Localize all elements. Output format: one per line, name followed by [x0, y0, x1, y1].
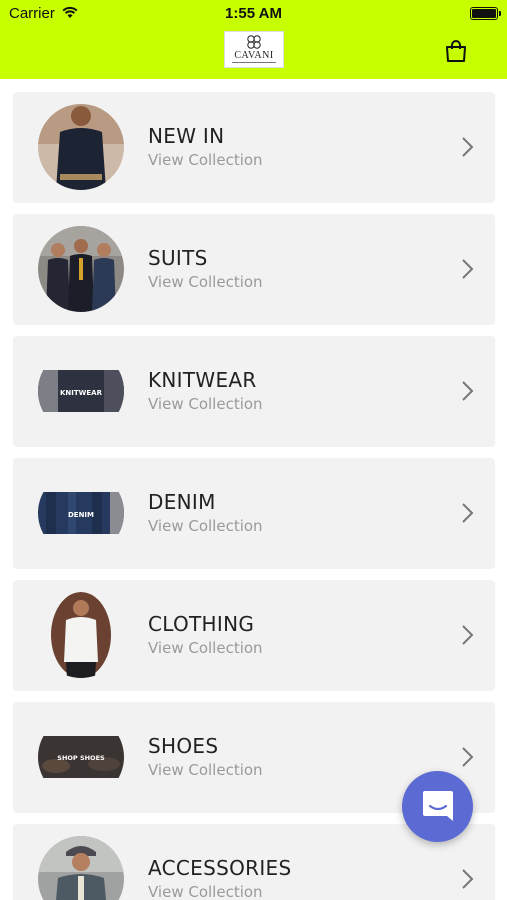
collection-subtitle: View Collection: [148, 517, 263, 535]
man-in-tweed-cap-image: [38, 836, 124, 900]
collection-thumbnail: [38, 226, 124, 312]
collection-title: CLOTHING: [148, 612, 255, 636]
collection-subtitle: View Collection: [148, 395, 263, 413]
collection-thumbnail: DENIM: [38, 470, 124, 556]
logo-rule: [232, 62, 276, 63]
clock: 1:55 AM: [225, 5, 282, 22]
collection-card-denim[interactable]: DENIM DENIM View Collection: [13, 458, 495, 568]
collection-title: SUITS: [148, 246, 208, 270]
man-in-white-shirt-image: [38, 592, 124, 678]
collection-subtitle: View Collection: [148, 151, 263, 169]
shopping-bag-icon[interactable]: [444, 39, 468, 63]
chat-button[interactable]: [402, 771, 473, 842]
collection-title: ACCESSORIES: [148, 856, 292, 880]
collection-subtitle: View Collection: [148, 883, 263, 900]
chevron-right-icon: [462, 747, 474, 767]
collection-thumbnail: [38, 104, 124, 190]
collection-card-knitwear[interactable]: KNITWEAR KNITWEAR View Collection: [13, 336, 495, 446]
chevron-right-icon: [462, 869, 474, 889]
collection-title: DENIM: [148, 490, 216, 514]
banner-text: DENIM: [68, 511, 94, 519]
brand-logo[interactable]: CAVANI: [224, 31, 284, 68]
collection-thumbnail: [38, 836, 124, 900]
chat-icon: [423, 791, 453, 821]
collection-thumbnail: KNITWEAR: [38, 348, 124, 434]
chevron-right-icon: [462, 381, 474, 401]
collection-subtitle: View Collection: [148, 761, 263, 779]
collection-subtitle: View Collection: [148, 639, 263, 657]
collection-title: SHOES: [148, 734, 219, 758]
banner-text: KNITWEAR: [60, 389, 103, 397]
banner-text: SHOP SHOES: [57, 754, 105, 762]
chevron-right-icon: [462, 137, 474, 157]
collection-subtitle: View Collection: [148, 273, 263, 291]
battery-icon: [470, 7, 501, 20]
chevron-right-icon: [462, 625, 474, 645]
man-in-navy-shirt-image: [38, 104, 124, 190]
men-in-suits-image: [38, 226, 124, 312]
chevron-right-icon: [462, 259, 474, 279]
logo-text: CAVANI: [234, 50, 274, 61]
collection-thumbnail: [38, 592, 124, 678]
collection-thumbnail: SHOP SHOES: [38, 714, 124, 800]
denim-banner-image: DENIM: [38, 470, 124, 556]
status-bar: Carrier 1:55 AM: [0, 0, 507, 28]
collection-card-clothing[interactable]: CLOTHING View Collection: [13, 580, 495, 690]
logo-mark-icon: [247, 35, 261, 49]
chevron-right-icon: [462, 503, 474, 523]
shop-shoes-banner-image: SHOP SHOES: [38, 714, 124, 800]
app-header: Carrier 1:55 AM CAVANI: [0, 0, 507, 79]
collection-card-suits[interactable]: SUITS View Collection: [13, 214, 495, 324]
collection-title: NEW IN: [148, 124, 225, 148]
collection-card-new-in[interactable]: NEW IN View Collection: [13, 92, 495, 202]
collection-title: KNITWEAR: [148, 368, 257, 392]
knitwear-banner-image: KNITWEAR: [38, 348, 124, 434]
